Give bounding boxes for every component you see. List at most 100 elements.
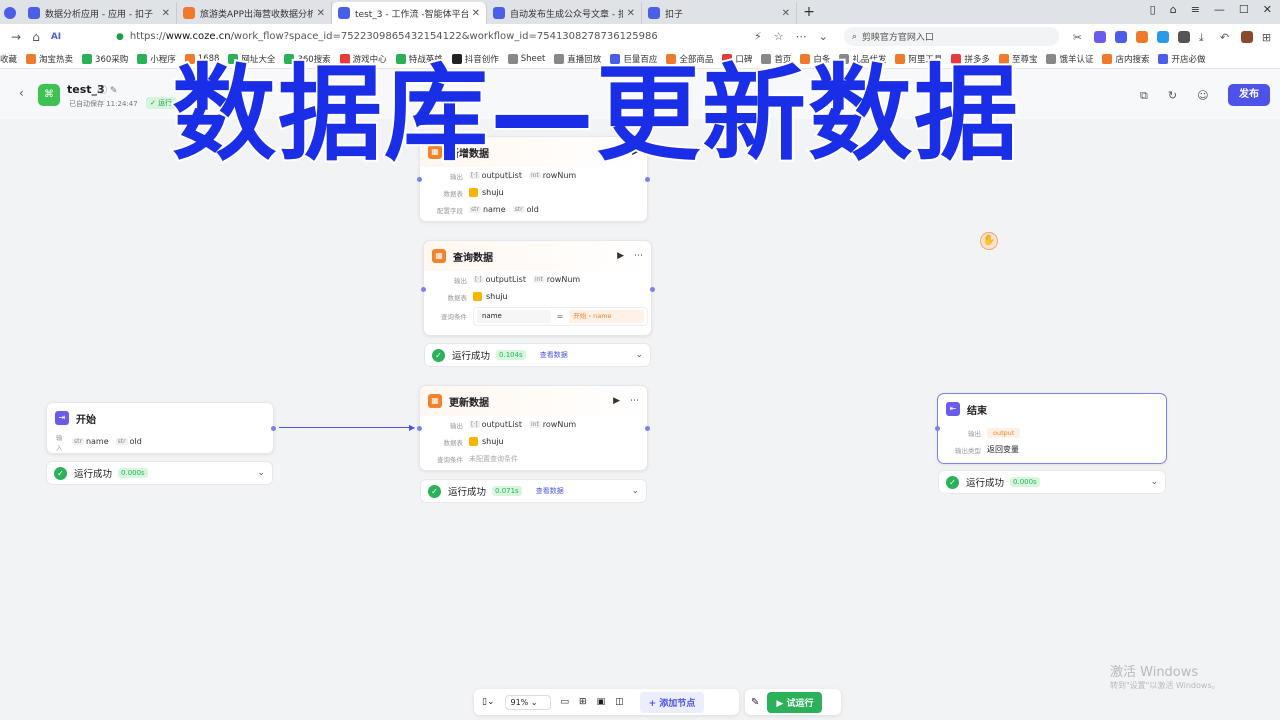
- check-icon: ✓: [946, 475, 959, 489]
- layout-icon[interactable]: ⊞: [579, 697, 587, 707]
- more-icon[interactable]: ⋯: [630, 396, 639, 406]
- forward-icon[interactable]: →: [6, 30, 26, 44]
- tab-close-icon[interactable]: ✕: [472, 8, 480, 19]
- ai-icon[interactable]: AI: [46, 32, 66, 42]
- database-icon: ▦: [428, 394, 442, 408]
- tab-close-icon[interactable]: ✕: [162, 8, 170, 19]
- shirt-icon[interactable]: ⌂: [1170, 3, 1177, 16]
- input-port[interactable]: [417, 177, 422, 182]
- node-title: 更新数据: [449, 397, 489, 409]
- test-run-button[interactable]: ▶ 试运行: [767, 691, 823, 713]
- extension-icon[interactable]: [1135, 30, 1148, 43]
- image-icon[interactable]: ▣: [597, 697, 606, 707]
- browser-tab[interactable]: 自动发布生成公众号文章 - 扣 ✕: [487, 2, 642, 24]
- tab-favicon-icon: [338, 7, 350, 19]
- query-condition[interactable]: name = 开始 › name: [473, 306, 648, 326]
- copy-icon[interactable]: ⧉: [1140, 89, 1148, 103]
- collaborators-icon[interactable]: ☺: [1197, 89, 1208, 103]
- bookmark-item[interactable]: 饿羊认证: [1046, 53, 1093, 65]
- undo-icon[interactable]: ↶: [1220, 31, 1232, 44]
- workflow-logo-icon: ⌘: [38, 84, 60, 106]
- chevron-down-icon[interactable]: ⌄: [257, 468, 265, 478]
- browser-tab-active[interactable]: test_3 - 工作流 -智能体平台 ✕: [332, 2, 487, 24]
- menu-icon[interactable]: ≡: [1191, 3, 1200, 16]
- bag-icon[interactable]: [1240, 30, 1253, 43]
- add-node-button[interactable]: + 添加节点: [639, 691, 705, 713]
- extension-icon[interactable]: [1114, 30, 1127, 43]
- output-port[interactable]: [650, 287, 655, 292]
- download-icon[interactable]: ⤓: [1199, 31, 1211, 44]
- minimap-icon[interactable]: ◫: [615, 697, 624, 707]
- chevron-down-icon[interactable]: ⌄: [819, 30, 828, 43]
- run-status-update[interactable]: ✓ 运行成功 0.071s 查看数据 ⌄: [420, 479, 647, 503]
- address-bar: → ⌂ AI ● https://www.coze.cn/work_flow?s…: [0, 24, 1280, 49]
- bookmark-item[interactable]: 店内搜索: [1102, 53, 1149, 65]
- new-tab-button[interactable]: +: [797, 4, 821, 20]
- tab-close-icon[interactable]: ✕: [782, 8, 790, 19]
- minimize-icon[interactable]: —: [1214, 3, 1225, 16]
- tab-close-icon[interactable]: ✕: [627, 8, 635, 19]
- db-node-query[interactable]: ▦ 查询数据 ▶ ⋯ 输出 [·] outputList int rowNum 数据表…: [423, 240, 652, 336]
- connection-edge[interactable]: [279, 427, 413, 428]
- run-node-icon[interactable]: ▶: [613, 396, 620, 406]
- output-port[interactable]: [271, 426, 276, 431]
- bookmark-icon: [82, 53, 93, 64]
- browser-tab[interactable]: 旅游类APP出海营收数据分析报告✕: [177, 2, 332, 24]
- start-node[interactable]: ⇥ 开始 输入 str name str old: [46, 402, 274, 454]
- view-data-link[interactable]: 查看数据: [536, 486, 564, 496]
- chevron-down-icon[interactable]: ⌄: [1150, 477, 1158, 487]
- comment-icon[interactable]: ▭: [561, 697, 570, 707]
- back-button[interactable]: ‹: [19, 86, 24, 100]
- extension-icon[interactable]: [1156, 30, 1169, 43]
- browser-tab[interactable]: 扣子 ✕: [642, 2, 797, 24]
- view-data-link[interactable]: 查看数据: [540, 350, 568, 360]
- start-icon: ⇥: [55, 411, 69, 425]
- browser-tab[interactable]: 数据分析应用 - 应用 - 扣子 ✕: [22, 2, 177, 24]
- info-edit-icons[interactable]: ⓘ ✎: [98, 83, 117, 96]
- bookmark-item[interactable]: 收藏: [0, 53, 17, 65]
- bookmark-item[interactable]: 小程序: [137, 53, 176, 65]
- search-input[interactable]: ⌕ 剪映官方官网入口: [843, 27, 1059, 46]
- chevron-down-icon[interactable]: ⌄: [635, 350, 643, 360]
- scissors-icon[interactable]: ✂: [1073, 31, 1085, 44]
- bookmark-icon: [1102, 53, 1113, 64]
- end-node[interactable]: ⇤ 结束 输出 output 输出类型 返回变量: [937, 393, 1167, 464]
- input-port[interactable]: [935, 426, 940, 431]
- extension-icon[interactable]: [1093, 30, 1106, 43]
- lightning-icon[interactable]: ⚡: [754, 30, 762, 43]
- bookmark-item[interactable]: 淘宝热卖: [26, 53, 73, 65]
- run-status-query[interactable]: ✓ 运行成功 0.104s 查看数据 ⌄: [424, 343, 651, 367]
- star-icon[interactable]: ☆: [774, 30, 784, 43]
- db-node-update[interactable]: ▦ 更新数据 ▶ ⋯ 输出 [·] outputList int rowNum 数据表…: [419, 385, 648, 471]
- url-field[interactable]: ● https://www.coze.cn/work_flow?space_id…: [116, 31, 726, 42]
- input-port[interactable]: [417, 426, 422, 431]
- bookmark-item[interactable]: 开店必做: [1158, 53, 1206, 65]
- maximize-icon[interactable]: ☐: [1239, 3, 1249, 16]
- run-status-end[interactable]: ✓ 运行成功 0.000s ⌄: [938, 470, 1166, 494]
- zoom-select[interactable]: 91% ⌄: [504, 694, 551, 710]
- tab-favicon-icon: [648, 7, 660, 19]
- grid-icon[interactable]: ⊞: [1262, 31, 1274, 44]
- publish-button[interactable]: 发布: [1228, 84, 1270, 106]
- sidebar-icon[interactable]: ▯: [1150, 3, 1156, 16]
- home-icon[interactable]: ⌂: [26, 30, 46, 44]
- more-icon[interactable]: ⋯: [796, 30, 807, 43]
- history-icon[interactable]: ↻: [1168, 89, 1177, 103]
- bookmark-item[interactable]: 360采购: [82, 53, 128, 65]
- windows-watermark: 激活 Windows: [1110, 665, 1199, 680]
- run-node-icon[interactable]: ▶: [617, 251, 624, 261]
- close-icon[interactable]: ✕: [1263, 3, 1272, 16]
- overlay-title: 数据库—更新数据: [170, 53, 1021, 175]
- mouse-mode-icon[interactable]: ▯⌄: [482, 697, 495, 707]
- tab-close-icon[interactable]: ✕: [317, 8, 325, 19]
- output-port[interactable]: [645, 177, 650, 182]
- table-icon: [473, 292, 482, 301]
- chevron-down-icon[interactable]: ⌄: [631, 486, 639, 496]
- run-status-start[interactable]: ✓ 运行成功 0.000s ⌄: [46, 461, 273, 485]
- puzzle-icon[interactable]: [1177, 30, 1190, 43]
- browser-menu-icon[interactable]: [0, 2, 22, 24]
- output-port[interactable]: [645, 426, 650, 431]
- input-port[interactable]: [421, 287, 426, 292]
- debug-icon[interactable]: ✎: [751, 697, 759, 708]
- more-icon[interactable]: ⋯: [634, 251, 643, 261]
